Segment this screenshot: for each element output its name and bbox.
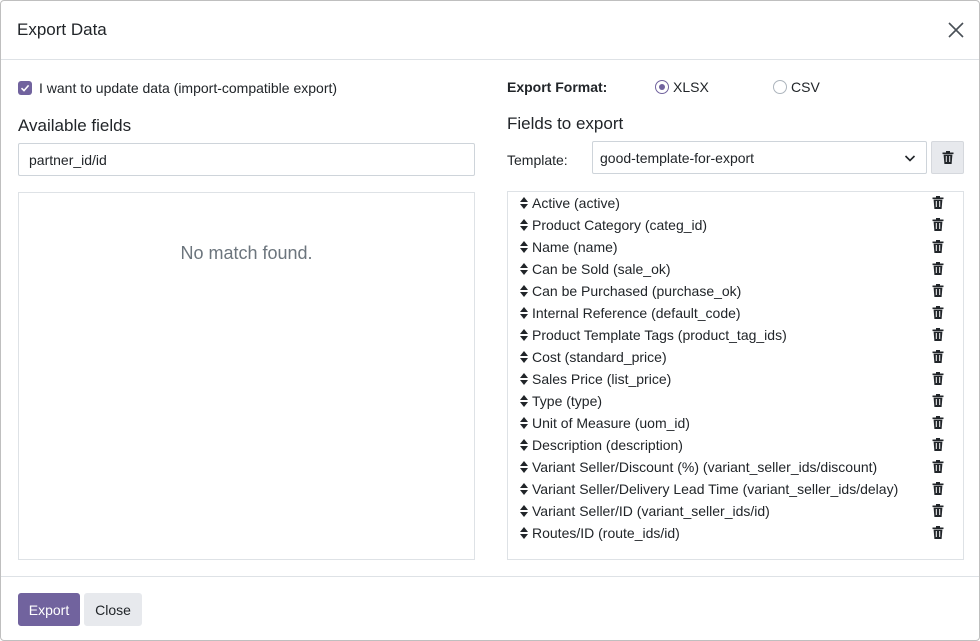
trash-icon[interactable] bbox=[932, 416, 944, 429]
dialog-header: Export Data bbox=[1, 1, 979, 60]
trash-icon[interactable] bbox=[932, 504, 944, 517]
export-field-label: Cost (standard_price) bbox=[532, 349, 667, 365]
trash-icon[interactable] bbox=[932, 328, 944, 341]
checkbox-checked-icon[interactable] bbox=[18, 81, 32, 95]
sort-handle-icon[interactable] bbox=[520, 439, 528, 451]
sort-handle-icon[interactable] bbox=[520, 219, 528, 231]
sort-handle-icon[interactable] bbox=[520, 373, 528, 385]
format-radio-csv[interactable] bbox=[773, 80, 787, 94]
export-field-label: Variant Seller/Delivery Lead Time (varia… bbox=[532, 481, 899, 497]
trash-icon bbox=[942, 151, 953, 164]
export-field-row[interactable]: Product Category (categ_id) bbox=[508, 214, 963, 236]
chevron-down-icon bbox=[904, 155, 916, 162]
dialog-footer bbox=[1, 576, 979, 640]
export-dialog: Export Data I want to update data (impor… bbox=[0, 0, 980, 641]
import-compatible-option[interactable]: I want to update data (import-compatible… bbox=[18, 79, 337, 97]
fields-to-export-title: Fields to export bbox=[507, 114, 624, 133]
trash-icon[interactable] bbox=[932, 394, 944, 407]
export-field-row[interactable]: Type (type) bbox=[508, 390, 963, 412]
sort-handle-icon[interactable] bbox=[520, 505, 528, 517]
template-select[interactable]: good-template-for-export bbox=[592, 141, 927, 174]
export-field-row[interactable]: Variant Seller/Delivery Lead Time (varia… bbox=[508, 478, 963, 500]
trash-icon[interactable] bbox=[932, 526, 944, 539]
sort-handle-icon[interactable] bbox=[520, 285, 528, 297]
export-field-label: Type (type) bbox=[532, 393, 603, 409]
export-field-label: Can be Sold (sale_ok) bbox=[532, 261, 671, 277]
trash-icon[interactable] bbox=[932, 482, 944, 495]
export-field-label: Can be Purchased (purchase_ok) bbox=[532, 283, 742, 299]
export-button[interactable]: Export bbox=[18, 593, 80, 626]
delete-template-button[interactable] bbox=[931, 141, 964, 174]
trash-icon[interactable] bbox=[932, 196, 944, 209]
sort-handle-icon[interactable] bbox=[520, 263, 528, 275]
export-field-label: Active (active) bbox=[532, 195, 620, 211]
sort-handle-icon[interactable] bbox=[520, 417, 528, 429]
export-field-label: Variant Seller/Discount (%) (variant_sel… bbox=[532, 459, 878, 475]
trash-icon[interactable] bbox=[932, 240, 944, 253]
trash-icon[interactable] bbox=[932, 460, 944, 473]
fields-to-export-list: Active (active) Product Category (categ_… bbox=[507, 191, 964, 560]
trash-icon[interactable] bbox=[932, 350, 944, 363]
export-field-row[interactable]: Routes/ID (route_ids/id) bbox=[508, 522, 963, 544]
trash-icon[interactable] bbox=[932, 284, 944, 297]
format-label-xlsx[interactable]: XLSX bbox=[673, 79, 709, 95]
format-label-csv[interactable]: CSV bbox=[791, 79, 820, 95]
sort-handle-icon[interactable] bbox=[520, 329, 528, 341]
import-compatible-label: I want to update data (import-compatible… bbox=[39, 80, 338, 96]
export-field-label: Routes/ID (route_ids/id) bbox=[532, 525, 680, 541]
sort-handle-icon[interactable] bbox=[520, 197, 528, 209]
close-button[interactable]: Close bbox=[84, 593, 142, 626]
export-field-label: Sales Price (list_price) bbox=[532, 371, 672, 387]
export-field-row[interactable]: Can be Purchased (purchase_ok) bbox=[508, 280, 963, 302]
export-field-label: Name (name) bbox=[532, 239, 618, 255]
trash-icon[interactable] bbox=[932, 372, 944, 385]
export-field-label: Product Category (categ_id) bbox=[532, 217, 708, 233]
export-field-row[interactable]: Name (name) bbox=[508, 236, 963, 258]
field-search-input[interactable] bbox=[18, 143, 475, 176]
export-field-row[interactable]: Variant Seller/Discount (%) (variant_sel… bbox=[508, 456, 963, 478]
sort-handle-icon[interactable] bbox=[520, 307, 528, 319]
trash-icon[interactable] bbox=[932, 438, 944, 451]
sort-handle-icon[interactable] bbox=[520, 241, 528, 253]
export-format-label: Export Format: bbox=[507, 79, 608, 95]
sort-handle-icon[interactable] bbox=[520, 351, 528, 363]
sort-handle-icon[interactable] bbox=[520, 395, 528, 407]
template-label: Template: bbox=[507, 152, 568, 168]
export-field-row[interactable]: Product Template Tags (product_tag_ids) bbox=[508, 324, 963, 346]
dialog-title: Export Data bbox=[17, 20, 107, 39]
trash-icon[interactable] bbox=[932, 218, 944, 231]
export-field-label: Variant Seller/ID (variant_seller_ids/id… bbox=[532, 503, 770, 519]
export-field-row[interactable]: Active (active) bbox=[508, 192, 963, 214]
close-icon[interactable] bbox=[945, 19, 967, 41]
export-field-label: Unit of Measure (uom_id) bbox=[532, 415, 690, 431]
export-field-row[interactable]: Unit of Measure (uom_id) bbox=[508, 412, 963, 434]
export-field-row[interactable]: Variant Seller/ID (variant_seller_ids/id… bbox=[508, 500, 963, 522]
export-field-row[interactable]: Cost (standard_price) bbox=[508, 346, 963, 368]
sort-handle-icon[interactable] bbox=[520, 527, 528, 539]
available-fields-title: Available fields bbox=[18, 116, 132, 135]
export-field-row[interactable]: Internal Reference (default_code) bbox=[508, 302, 963, 324]
available-fields-list: No match found. bbox=[18, 192, 475, 560]
export-field-row[interactable]: Description (description) bbox=[508, 434, 963, 456]
export-field-row[interactable]: Sales Price (list_price) bbox=[508, 368, 963, 390]
export-field-label: Description (description) bbox=[532, 437, 683, 453]
export-field-label: Product Template Tags (product_tag_ids) bbox=[532, 327, 787, 343]
trash-icon[interactable] bbox=[932, 262, 944, 275]
trash-icon[interactable] bbox=[932, 306, 944, 319]
no-match-message: No match found. bbox=[180, 243, 313, 263]
export-field-row[interactable]: Can be Sold (sale_ok) bbox=[508, 258, 963, 280]
sort-handle-icon[interactable] bbox=[520, 461, 528, 473]
format-radio-xlsx[interactable] bbox=[655, 80, 669, 94]
export-field-label: Internal Reference (default_code) bbox=[532, 305, 741, 321]
sort-handle-icon[interactable] bbox=[520, 483, 528, 495]
template-value: good-template-for-export bbox=[600, 150, 755, 166]
